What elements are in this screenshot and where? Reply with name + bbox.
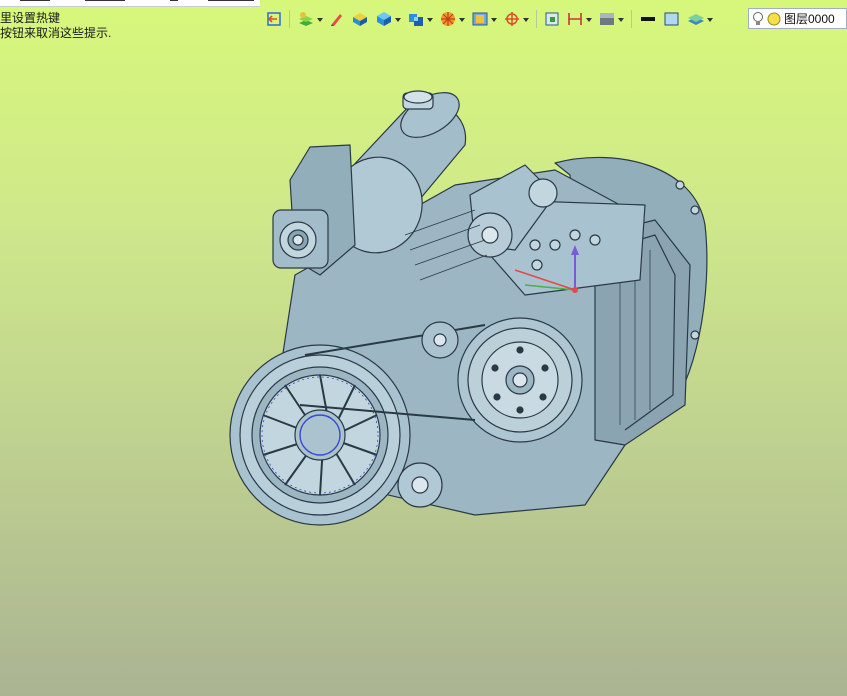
- engine-3d-model[interactable]: [225, 85, 715, 535]
- toolbar-separator: [289, 10, 290, 28]
- shaded-cube-icon: [377, 12, 391, 26]
- return-button[interactable]: [264, 8, 284, 30]
- pencil-button[interactable]: [327, 8, 347, 30]
- lightbulb-icon: [753, 11, 763, 25]
- chevron-down-icon: [523, 18, 529, 22]
- menu-fragment: [208, 0, 254, 1]
- hint-line-2: 按钮来取消这些提示.: [0, 26, 112, 40]
- render-button[interactable]: [349, 8, 371, 30]
- dimension-button[interactable]: [564, 8, 594, 30]
- pencil-icon: [331, 14, 342, 26]
- toolbar-separator: [536, 10, 537, 28]
- render-icon: [353, 13, 367, 26]
- views-button[interactable]: [405, 8, 435, 30]
- return-icon: [267, 12, 281, 26]
- dimension-icon: [568, 13, 582, 25]
- chevron-down-icon: [427, 18, 433, 22]
- line-color-button[interactable]: [637, 8, 659, 30]
- line-color-icon: [641, 17, 655, 21]
- chevron-down-icon: [317, 18, 323, 22]
- views-icon: [409, 14, 423, 26]
- fit-icon: [545, 12, 559, 26]
- chevron-down-icon: [459, 18, 465, 22]
- toolbar-separator: [631, 10, 632, 28]
- sun-icon: [767, 12, 781, 25]
- layer-selector[interactable]: 图层0000: [748, 8, 847, 29]
- hint-tip: 里设置热键 按钮来取消这些提示.: [0, 11, 111, 41]
- menu-fragment: [170, 0, 178, 1]
- hint-line-1: 里设置热键: [0, 11, 61, 25]
- background-button[interactable]: [596, 8, 626, 30]
- chevron-down-icon: [618, 18, 624, 22]
- layers-icon: [688, 14, 704, 25]
- triad-button[interactable]: [501, 8, 531, 30]
- menu-fragment: [20, 0, 50, 1]
- shaded-cube-button[interactable]: [373, 8, 403, 30]
- layers-button[interactable]: [685, 8, 715, 30]
- layer-label: 图层0000: [784, 12, 835, 26]
- fit-button[interactable]: [542, 8, 562, 30]
- top-menu-strip: [0, 0, 260, 7]
- layer-manager-icon: [299, 12, 313, 26]
- orient-icon: [441, 12, 455, 26]
- chevron-down-icon: [586, 18, 592, 22]
- triad-icon: [505, 12, 519, 26]
- display-style-icon: [472, 12, 488, 26]
- color-box-button[interactable]: [661, 8, 683, 30]
- crank-pulley: [457, 317, 583, 443]
- chevron-down-icon: [707, 18, 713, 22]
- color-box-icon: [664, 12, 679, 26]
- background-icon: [600, 13, 614, 25]
- chevron-down-icon: [395, 18, 401, 22]
- display-style-button[interactable]: [469, 8, 499, 30]
- idler-pulley: [397, 462, 443, 508]
- menu-fragment: [85, 0, 125, 1]
- layer-manager-button[interactable]: [295, 8, 325, 30]
- cooling-fan: [229, 344, 411, 526]
- orient-button[interactable]: [437, 8, 467, 30]
- chevron-down-icon: [491, 18, 497, 22]
- left-housing: [272, 144, 356, 276]
